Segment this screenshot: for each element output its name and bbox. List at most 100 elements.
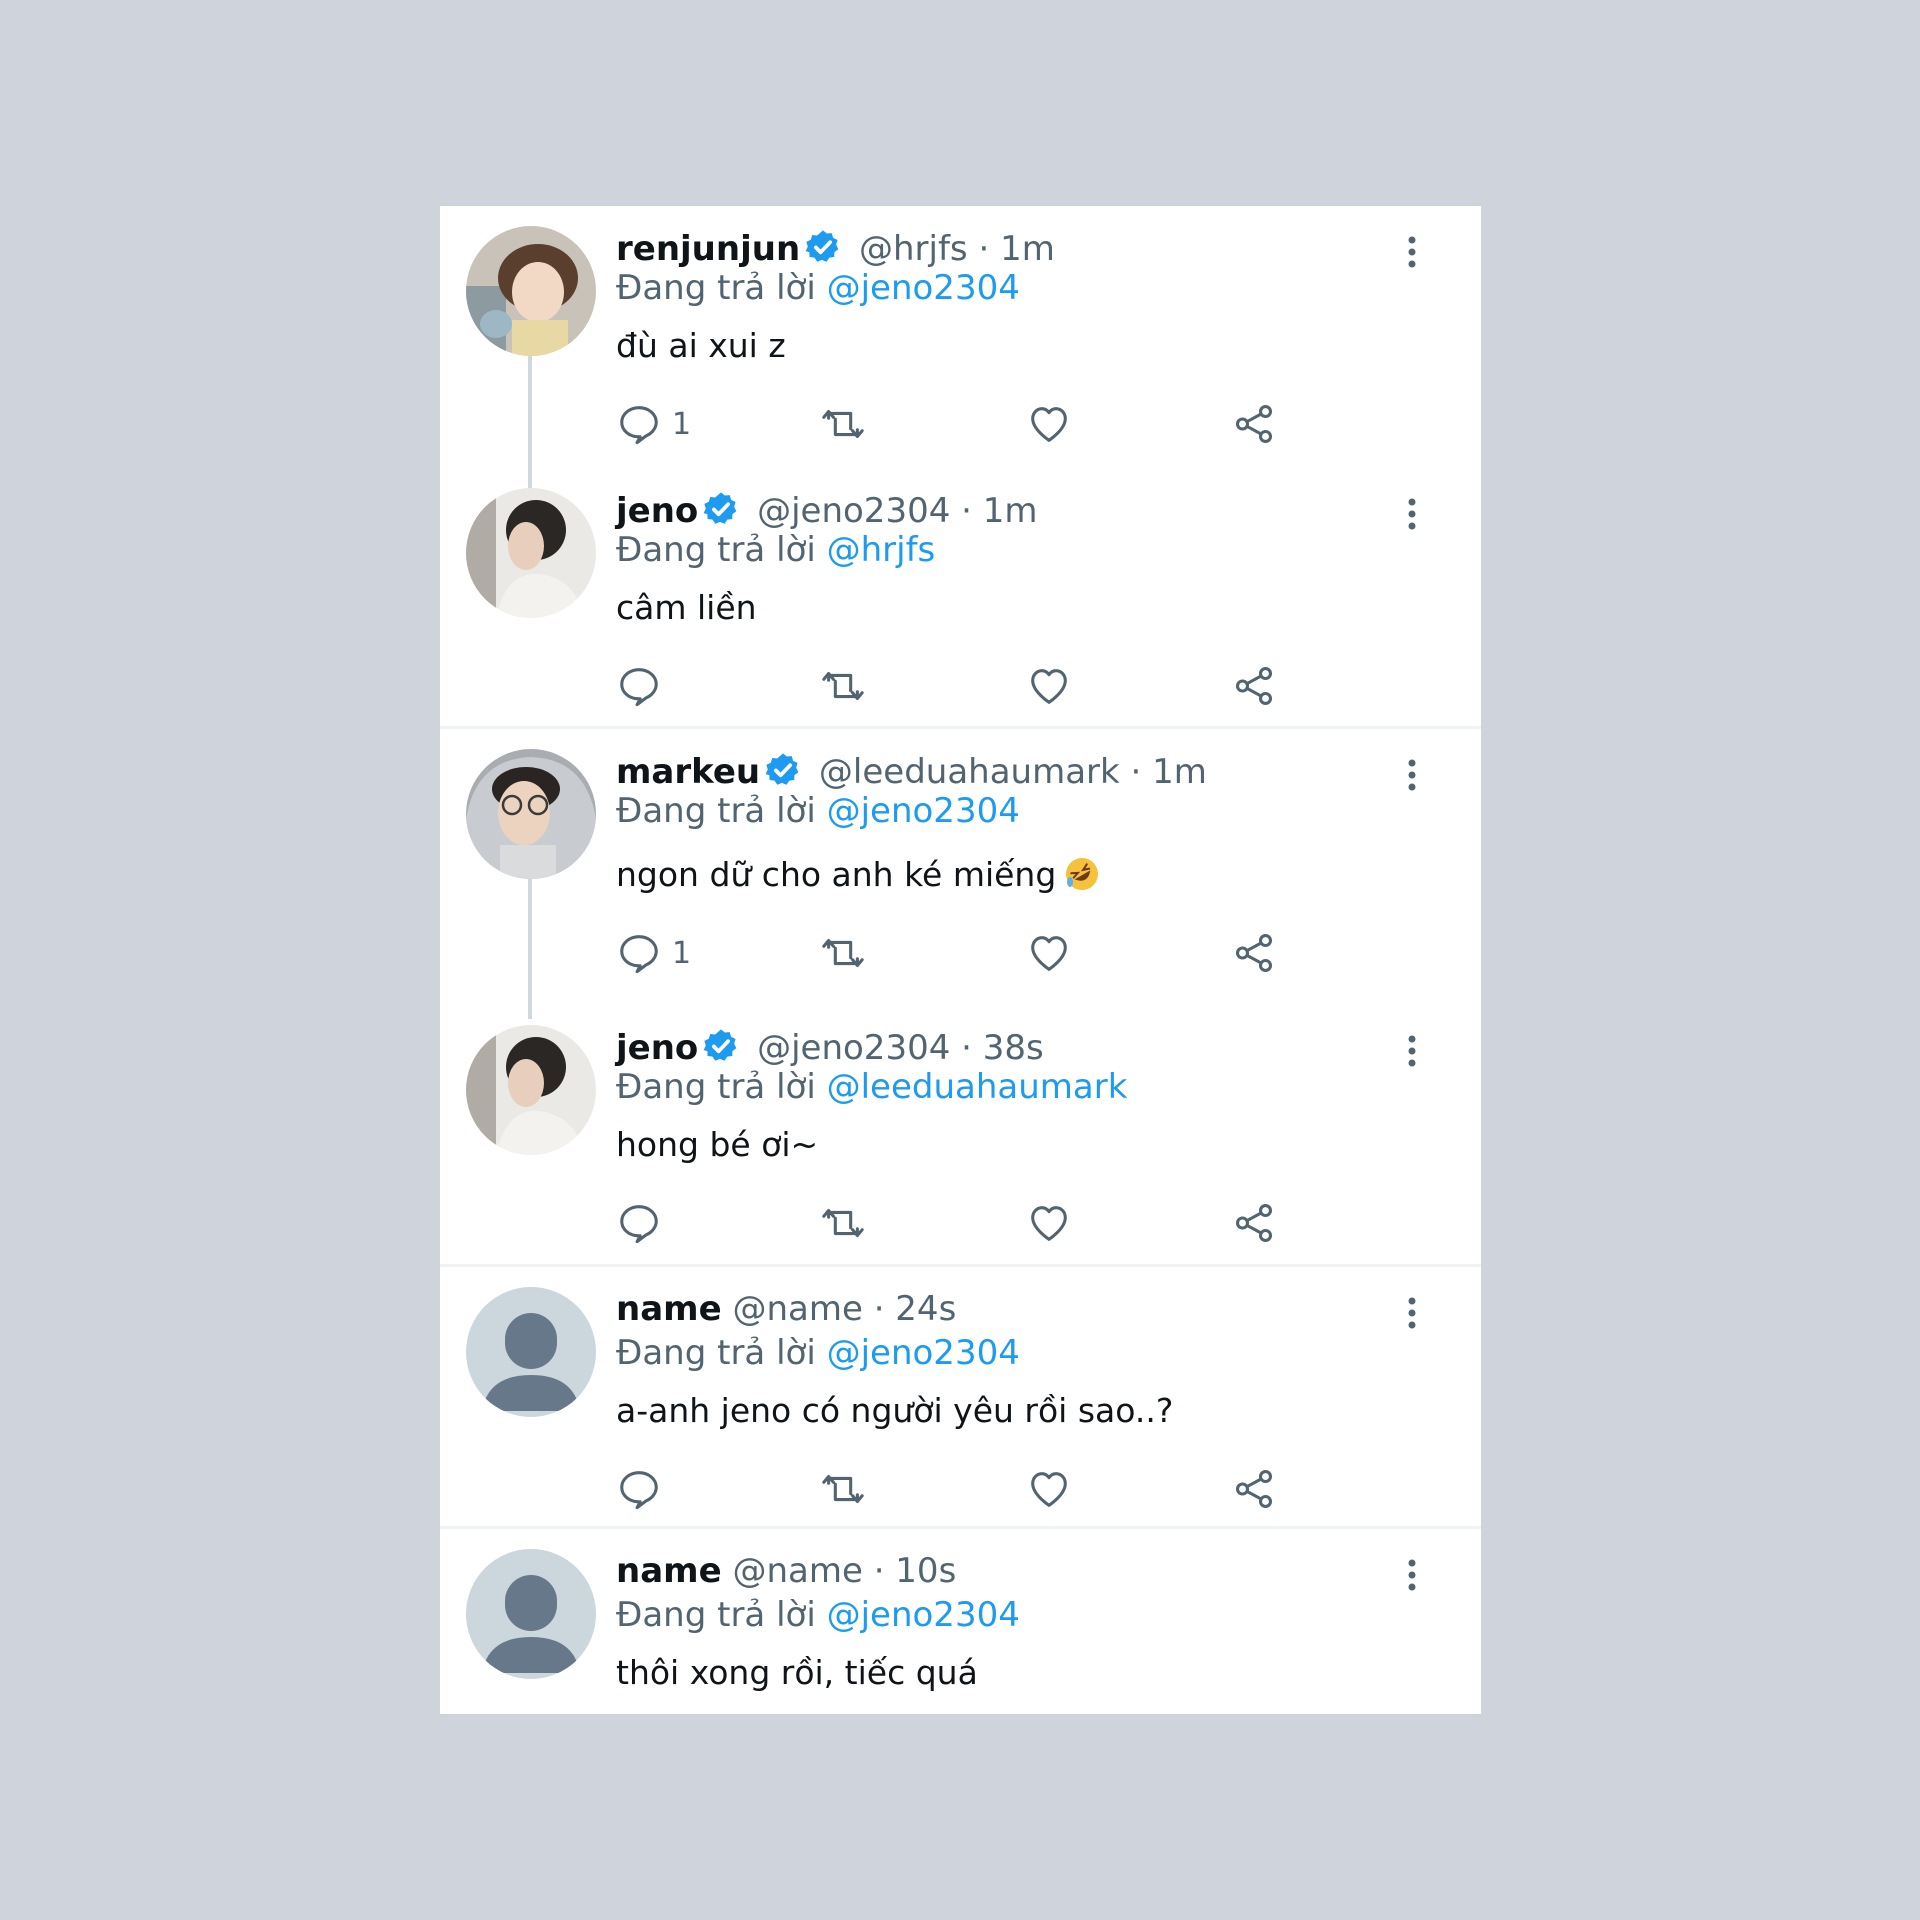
avatar-jeno[interactable] bbox=[466, 1025, 596, 1155]
avatar-jeno[interactable] bbox=[466, 488, 596, 618]
timestamp[interactable]: · 1m bbox=[1131, 752, 1207, 792]
retweet-icon bbox=[822, 410, 864, 438]
more-vertical-icon[interactable] bbox=[1400, 1031, 1424, 1071]
action-bar: 1 bbox=[616, 929, 1316, 977]
timestamp[interactable]: · 38s bbox=[961, 1028, 1044, 1068]
mention-link[interactable]: @jeno2304 bbox=[827, 1333, 1020, 1373]
timestamp[interactable]: · 1m bbox=[978, 229, 1054, 269]
reply-prefix: Đang trả lời bbox=[616, 268, 816, 308]
retweet-button[interactable] bbox=[820, 929, 866, 977]
tweet-text: thôi xong rồi, tiếc quá bbox=[616, 1653, 978, 1692]
verified-badge-icon bbox=[702, 490, 740, 528]
reply-button[interactable]: 1 bbox=[616, 400, 691, 448]
tweet-header: name @name · 24s bbox=[616, 1289, 956, 1329]
display-name[interactable]: renjunjun bbox=[616, 229, 800, 269]
tweet-header: name @name · 10s bbox=[616, 1551, 956, 1591]
display-name[interactable]: jeno bbox=[616, 1028, 698, 1068]
display-name[interactable]: name bbox=[616, 1289, 722, 1329]
tweet-item[interactable]: jeno @jeno2304 · 38s Đang trả lời @leedu… bbox=[440, 1005, 1481, 1264]
avatar-markeu[interactable] bbox=[466, 749, 596, 879]
share-button[interactable] bbox=[1231, 662, 1277, 710]
reply-button[interactable] bbox=[616, 1199, 672, 1247]
mention-link[interactable]: @hrjfs bbox=[827, 530, 936, 570]
tweet-item[interactable]: name @name · 10s Đang trả lời @jeno2304 … bbox=[440, 1529, 1481, 1714]
thread-line bbox=[528, 879, 532, 1019]
reply-prefix: Đang trả lời bbox=[616, 530, 816, 570]
heart-icon bbox=[1031, 669, 1067, 704]
tweet-item[interactable]: renjunjun @hrjfs · 1m Đang trả lời @jeno… bbox=[440, 206, 1481, 496]
handle[interactable]: @jeno2304 bbox=[757, 1028, 950, 1068]
reply-button[interactable] bbox=[616, 662, 672, 710]
share-button[interactable] bbox=[1231, 1465, 1277, 1513]
handle[interactable]: @jeno2304 bbox=[757, 491, 950, 531]
more-vertical-icon[interactable] bbox=[1400, 1293, 1424, 1333]
mention-link[interactable]: @jeno2304 bbox=[827, 1595, 1020, 1635]
reply-prefix: Đang trả lời bbox=[616, 1595, 816, 1635]
handle[interactable]: @hrjfs bbox=[859, 229, 968, 269]
more-vertical-icon[interactable] bbox=[1400, 755, 1424, 795]
tweet-item[interactable]: markeu @leeduahaumark · 1m Đang trả lời … bbox=[440, 729, 1481, 1019]
reply-icon bbox=[620, 935, 658, 974]
share-icon bbox=[1235, 1204, 1273, 1242]
share-button[interactable] bbox=[1231, 400, 1277, 448]
reply-context: Đang trả lời @jeno2304 bbox=[616, 268, 1020, 308]
more-vertical-icon[interactable] bbox=[1400, 232, 1424, 272]
more-vertical-icon[interactable] bbox=[1400, 494, 1424, 534]
retweet-icon bbox=[822, 1475, 864, 1503]
share-icon bbox=[1235, 405, 1273, 443]
reply-icon bbox=[620, 1471, 658, 1510]
like-button[interactable] bbox=[1026, 929, 1072, 977]
retweet-button[interactable] bbox=[820, 400, 866, 448]
tweet-text: ngon dữ cho anh ké miếng bbox=[616, 855, 1100, 895]
retweet-button[interactable] bbox=[820, 1465, 866, 1513]
reply-count: 1 bbox=[672, 935, 692, 971]
display-name[interactable]: name bbox=[616, 1551, 722, 1591]
verified-badge-icon bbox=[804, 228, 842, 266]
action-bar bbox=[616, 1199, 1316, 1247]
reply-button[interactable]: 1 bbox=[616, 929, 691, 977]
rolling-laughing-emoji-icon bbox=[1064, 856, 1100, 892]
share-button[interactable] bbox=[1231, 929, 1277, 977]
default-avatar[interactable] bbox=[466, 1549, 596, 1679]
like-button[interactable] bbox=[1026, 1465, 1072, 1513]
more-vertical-icon[interactable] bbox=[1400, 1555, 1424, 1595]
handle[interactable]: @name bbox=[732, 1289, 862, 1329]
verified-badge-icon bbox=[764, 751, 802, 789]
heart-icon bbox=[1031, 407, 1067, 442]
reply-prefix: Đang trả lời bbox=[616, 1067, 816, 1107]
tweet-text-content: ngon dữ cho anh ké miếng bbox=[616, 855, 1057, 894]
action-bar: 1 bbox=[616, 400, 1316, 448]
reply-context: Đang trả lời @jeno2304 bbox=[616, 791, 1020, 831]
tweet-text: a-anh jeno có người yêu rồi sao..? bbox=[616, 1391, 1174, 1430]
retweet-button[interactable] bbox=[820, 1199, 866, 1247]
avatar-renjunjun[interactable] bbox=[466, 226, 596, 356]
tweet-text: câm liền bbox=[616, 588, 757, 627]
timestamp[interactable]: · 1m bbox=[961, 491, 1037, 531]
timestamp[interactable]: · 10s bbox=[874, 1551, 957, 1591]
action-bar bbox=[616, 1465, 1316, 1513]
like-button[interactable] bbox=[1026, 662, 1072, 710]
conversation-card: renjunjun @hrjfs · 1m Đang trả lời @jeno… bbox=[440, 206, 1481, 1714]
timestamp[interactable]: · 24s bbox=[874, 1289, 957, 1329]
handle[interactable]: @leeduahaumark bbox=[819, 752, 1120, 792]
tweet-header: renjunjun @hrjfs · 1m bbox=[616, 228, 1055, 269]
retweet-button[interactable] bbox=[820, 662, 866, 710]
reply-context: Đang trả lời @jeno2304 bbox=[616, 1333, 1020, 1373]
reply-button[interactable] bbox=[616, 1465, 672, 1513]
tweet-item[interactable]: jeno @jeno2304 · 1m Đang trả lời @hrjfs … bbox=[440, 468, 1481, 730]
tweet-header: jeno @jeno2304 · 38s bbox=[616, 1027, 1044, 1068]
heart-icon bbox=[1031, 936, 1067, 971]
mention-link[interactable]: @jeno2304 bbox=[827, 268, 1020, 308]
handle[interactable]: @name bbox=[732, 1551, 862, 1591]
mention-link[interactable]: @jeno2304 bbox=[827, 791, 1020, 831]
mention-link[interactable]: @leeduahaumark bbox=[827, 1067, 1128, 1107]
share-button[interactable] bbox=[1231, 1199, 1277, 1247]
like-button[interactable] bbox=[1026, 1199, 1072, 1247]
reply-icon bbox=[620, 668, 658, 707]
display-name[interactable]: markeu bbox=[616, 752, 760, 792]
tweet-item[interactable]: name @name · 24s Đang trả lời @jeno2304 … bbox=[440, 1267, 1481, 1527]
display-name[interactable]: jeno bbox=[616, 491, 698, 531]
like-button[interactable] bbox=[1026, 400, 1072, 448]
heart-icon bbox=[1031, 1472, 1067, 1507]
default-avatar[interactable] bbox=[466, 1287, 596, 1417]
